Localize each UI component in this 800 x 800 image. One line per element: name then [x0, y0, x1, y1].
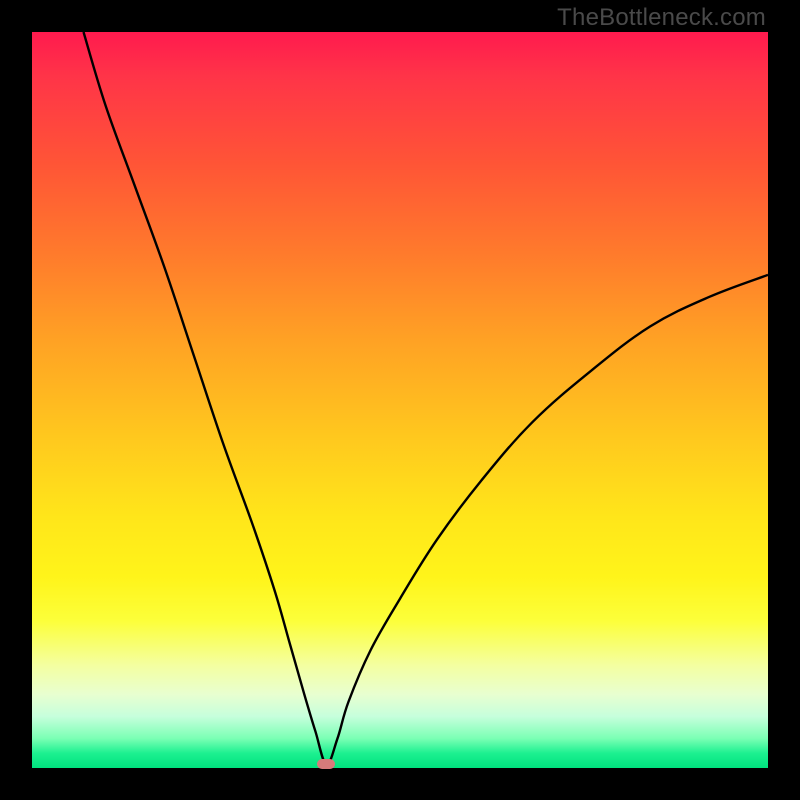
optimum-marker [317, 759, 335, 769]
bottleneck-curve [32, 32, 768, 768]
frame-border-left [0, 0, 32, 800]
frame-border-bottom [0, 768, 800, 800]
frame-border-right [768, 0, 800, 800]
chart-area [32, 32, 768, 768]
watermark-text: TheBottleneck.com [557, 4, 766, 32]
